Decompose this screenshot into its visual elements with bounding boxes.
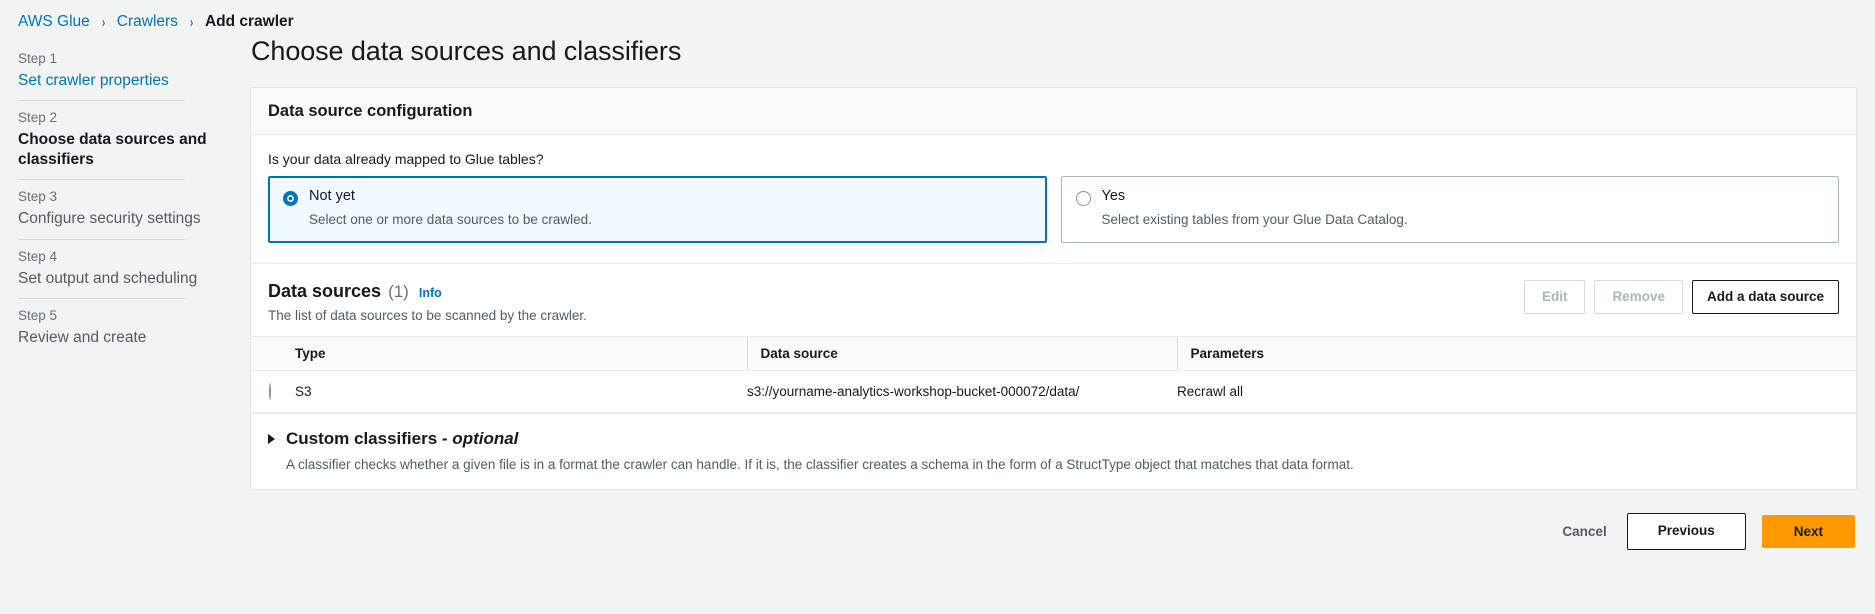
custom-classifiers-description: A classifier checks whether a given file… (286, 456, 1354, 472)
mapped-question-label: Is your data already mapped to Glue tabl… (268, 151, 544, 167)
row-radio-icon[interactable] (269, 382, 271, 400)
next-button[interactable]: Next (1761, 515, 1855, 549)
radio-tile-yes[interactable]: Yes Select existing tables from your Glu… (1060, 176, 1839, 243)
data-sources-subtitle: The list of data sources to be scanned b… (268, 307, 587, 323)
radio-tile-yes-label: Yes (1101, 188, 1126, 204)
table-cell-parameters: Recrawl all (1177, 370, 1856, 413)
radio-tile-not-yet-description: Select one or more data sources to be cr… (309, 212, 592, 227)
step-title-1[interactable]: Set crawler properties (18, 71, 220, 90)
panel-header: Data source configuration (251, 88, 1856, 135)
step-number-1: Step 1 (18, 51, 58, 66)
step-title-3: Configure security settings (18, 210, 201, 228)
table-row[interactable]: S3 s3://yourname-analytics-workshop-buck… (251, 370, 1856, 413)
step-title-2: Choose data sources and classifiers (18, 131, 207, 168)
step-number-3: Step 3 (18, 189, 58, 205)
radio-yes-icon[interactable] (1075, 191, 1091, 206)
custom-classifiers-optional-label: - optional (441, 428, 519, 448)
breadcrumb-separator-icon: › (189, 13, 194, 31)
breadcrumb-separator-icon: › (101, 13, 106, 31)
panel-title: Data source configuration (268, 102, 473, 120)
previous-button[interactable]: Previous (1626, 513, 1746, 550)
data-sources-count: (1) (388, 281, 409, 301)
radio-not-yet-icon[interactable] (283, 191, 298, 206)
table-header-select (251, 335, 295, 371)
remove-button[interactable]: Remove (1594, 279, 1683, 315)
table-header-data-source: Data source (746, 335, 1177, 371)
step-nav-item-3: Step 3 Configure security settings (18, 180, 220, 238)
step-number-5: Step 5 (18, 307, 58, 323)
data-sources-table: Type Data source Parameters S3 s3://your… (251, 335, 1856, 413)
data-source-configuration-panel: Data source configuration Is your data a… (250, 87, 1857, 491)
wizard-step-nav: Step 1 Set crawler properties Step 2 Cho… (18, 42, 220, 357)
breadcrumb-item-aws-glue[interactable]: AWS Glue (18, 13, 90, 31)
step-title-4: Set output and scheduling (18, 269, 198, 287)
table-header-type: Type (295, 335, 747, 371)
custom-classifiers-title[interactable]: Custom classifiers - optional (286, 429, 518, 449)
data-sources-actions: Edit Remove Add a data source (1523, 279, 1839, 315)
mapped-radio-group: Not yet Select one or more data sources … (268, 176, 1839, 243)
add-data-source-button[interactable]: Add a data source (1691, 279, 1839, 315)
radio-tile-not-yet-label: Not yet (309, 188, 355, 204)
breadcrumb: AWS Glue › Crawlers › Add crawler (18, 13, 294, 31)
breadcrumb-item-crawlers[interactable]: Crawlers (117, 13, 178, 31)
table-header-parameters: Parameters (1176, 335, 1856, 371)
cancel-button[interactable]: Cancel (1558, 517, 1610, 546)
step-nav-item-5: Step 5 Review and create (18, 299, 220, 357)
data-sources-title: Data sources (268, 280, 382, 301)
main-content: Choose data sources and classifiers Data… (250, 36, 1857, 550)
radio-tile-not-yet[interactable]: Not yet Select one or more data sources … (268, 176, 1047, 243)
panel-body: Is your data already mapped to Glue tabl… (251, 135, 1856, 336)
table-header-row: Type Data source Parameters (251, 335, 1856, 371)
step-nav-item-2: Step 2 Choose data sources and classifie… (18, 101, 220, 179)
step-number-4: Step 4 (18, 248, 58, 264)
wizard-footer: Cancel Previous Next (250, 513, 1857, 550)
custom-classifiers-section: Custom classifiers - optional A classifi… (251, 412, 1856, 490)
step-nav-item-4: Step 4 Set output and scheduling (18, 240, 220, 298)
step-nav-item-1[interactable]: Step 1 Set crawler properties (18, 42, 220, 100)
data-sources-header: Data sources (1) Info The list of data s… (268, 264, 1839, 336)
table-cell-data-source: s3://yourname-analytics-workshop-bucket-… (747, 370, 1177, 413)
step-number-2: Step 2 (18, 110, 58, 126)
table-row-select-cell (251, 370, 295, 413)
chevron-right-icon[interactable] (268, 433, 275, 444)
step-title-5: Review and create (18, 328, 147, 346)
edit-button[interactable]: Edit (1523, 279, 1586, 315)
custom-classifiers-title-text: Custom classifiers (286, 428, 438, 448)
breadcrumb-item-add-crawler: Add crawler (204, 13, 294, 30)
page-title: Choose data sources and classifiers (251, 36, 682, 66)
table-cell-type: S3 (295, 370, 747, 413)
data-sources-info-link[interactable]: Info (419, 286, 442, 300)
radio-tile-yes-description: Select existing tables from your Glue Da… (1101, 212, 1408, 227)
